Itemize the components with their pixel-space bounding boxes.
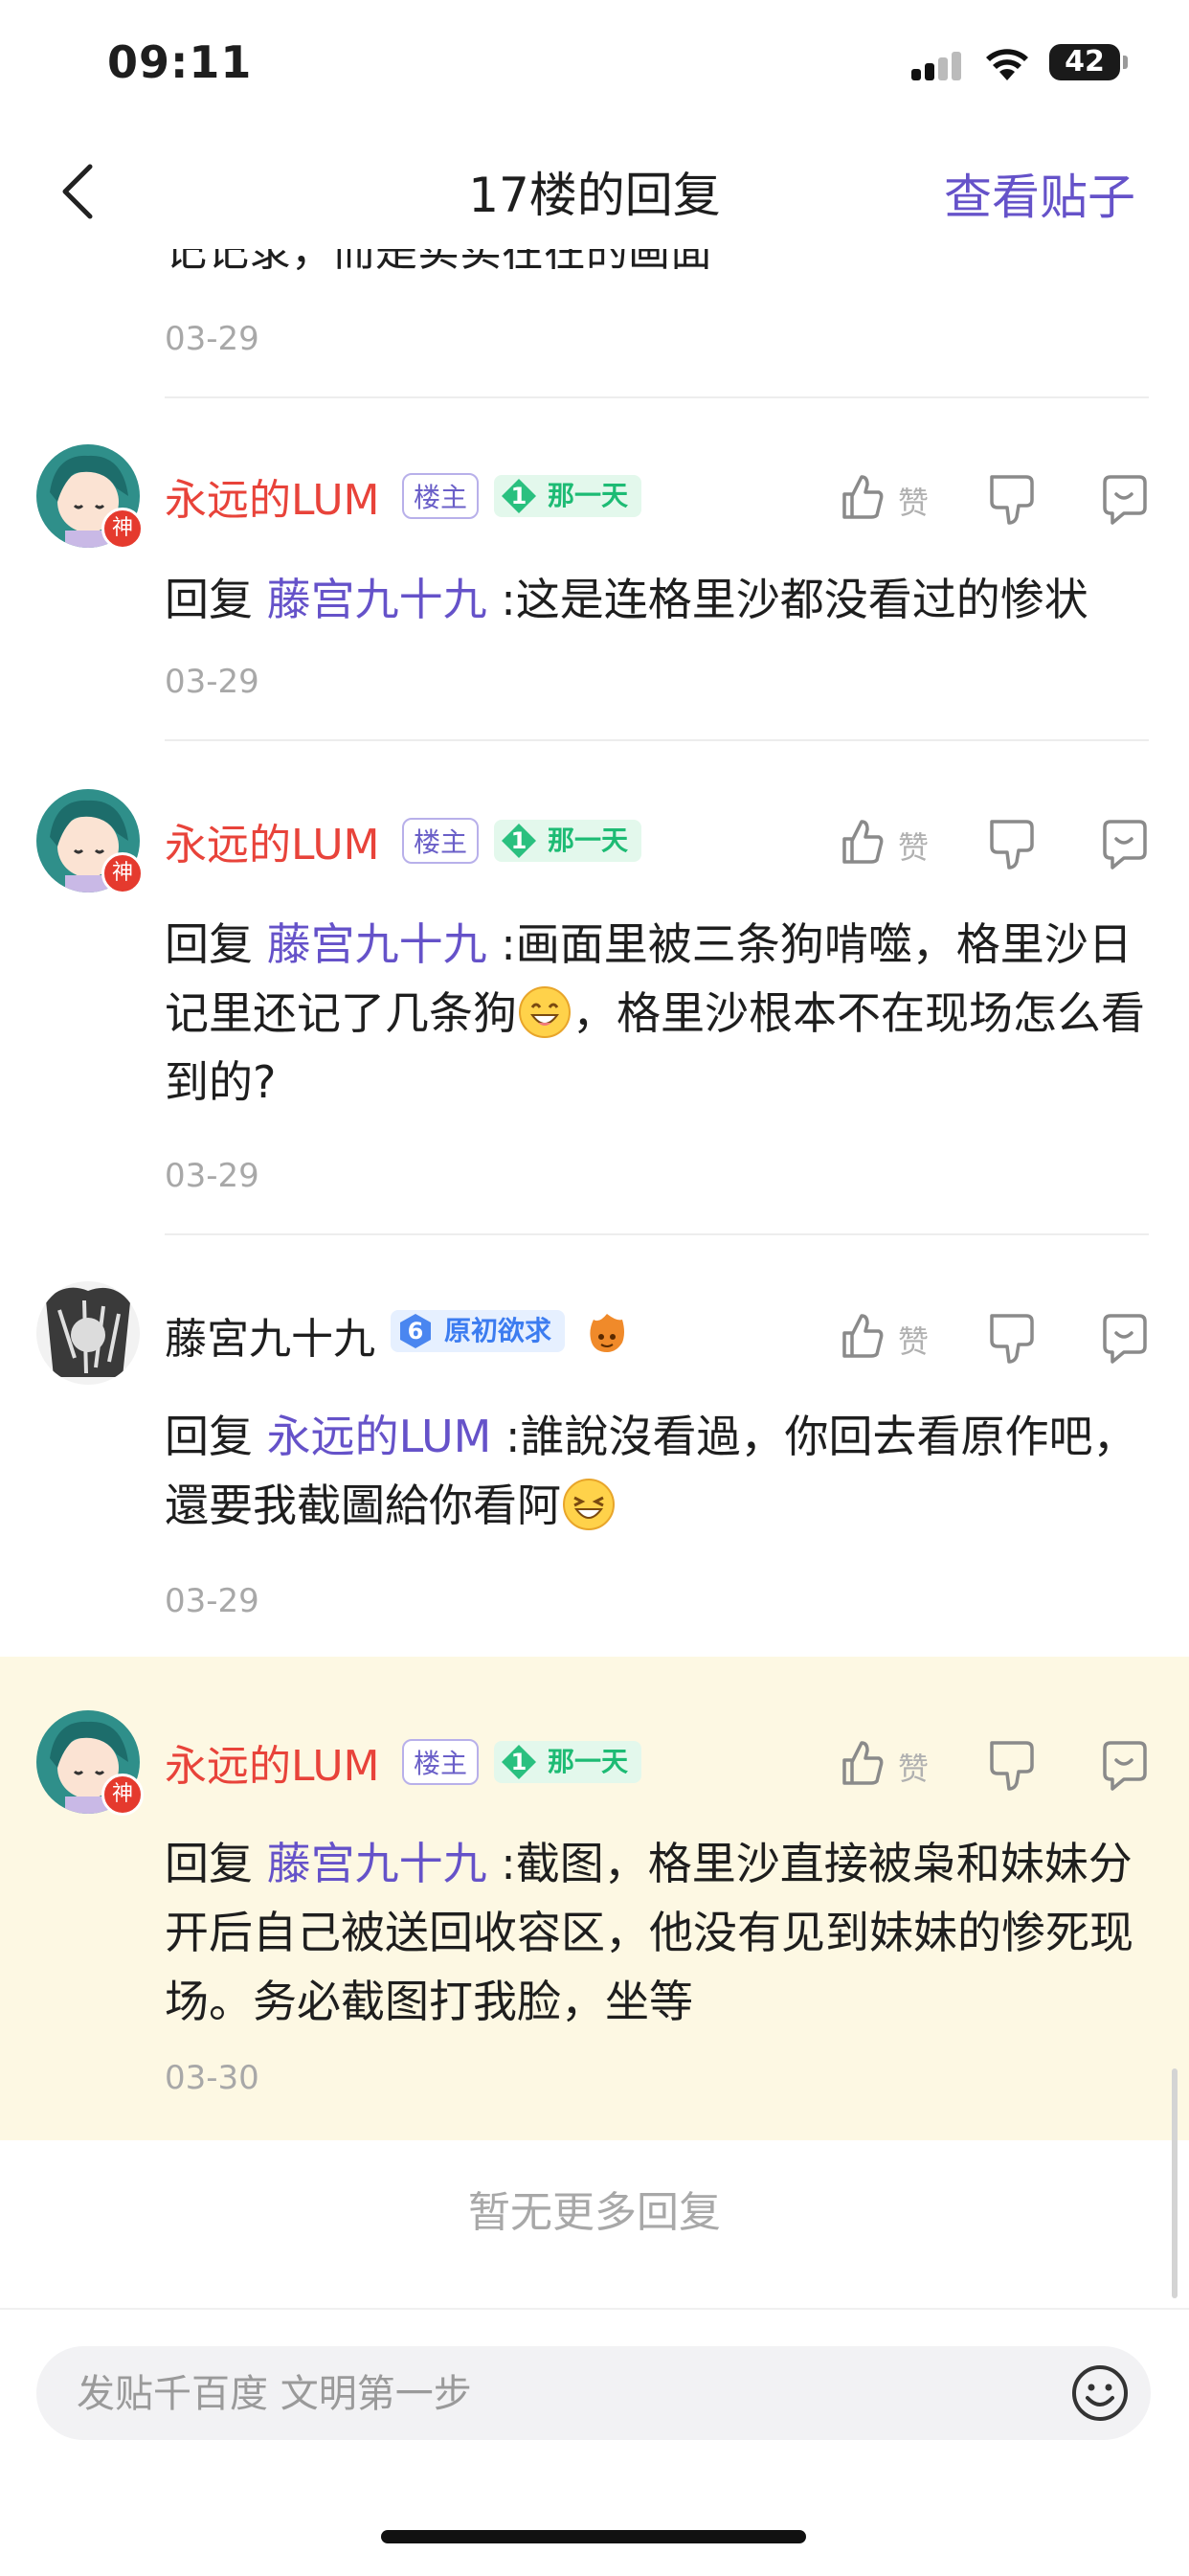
username[interactable]: 永远的LUM bbox=[165, 810, 380, 871]
grin-emoji-icon bbox=[519, 986, 571, 1038]
owner-tag: 楼主 bbox=[402, 1739, 480, 1785]
reply-text: 回复 藤宫九十九 :画面里被三条狗啃噬，格里沙日记里还记了几条狗 ，格里沙根本不在… bbox=[165, 918, 1145, 1108]
thumbs-down-icon[interactable] bbox=[988, 1739, 1038, 1793]
like-button[interactable]: 赞 bbox=[839, 1737, 944, 1791]
no-more-replies-label: 暂无更多回复 bbox=[468, 2188, 721, 2237]
like-button[interactable]: 赞 bbox=[839, 1310, 944, 1364]
like-button[interactable]: 赞 bbox=[839, 471, 944, 525]
nav-bar: 17楼的回复 查看贴子 bbox=[0, 134, 1189, 249]
wifi-icon bbox=[986, 49, 1028, 80]
god-badge: 神 bbox=[101, 852, 144, 894]
mention-link[interactable]: 藤宫九十九 bbox=[267, 574, 487, 625]
reply-date: 03-29 bbox=[165, 1157, 259, 1195]
level-badge: 1 那一天 bbox=[494, 820, 642, 862]
avatar[interactable] bbox=[36, 1281, 140, 1385]
battery-indicator: 42 bbox=[1049, 44, 1128, 80]
status-bar: 09:11 42 bbox=[0, 0, 1189, 124]
comment-icon[interactable] bbox=[1097, 1312, 1151, 1366]
thumbs-down-icon[interactable] bbox=[988, 818, 1038, 871]
mention-link[interactable]: 藤宫九十九 bbox=[267, 918, 487, 970]
avatar[interactable]: 神 bbox=[36, 789, 144, 894]
emoji-picker-icon[interactable] bbox=[1070, 2363, 1130, 2423]
thumbs-up-icon bbox=[842, 1314, 884, 1358]
mention-link[interactable]: 藤宫九十九 bbox=[267, 1838, 487, 1889]
comment-icon[interactable] bbox=[1097, 473, 1151, 527]
level-title: 原初欲求 bbox=[444, 1315, 552, 1346]
divider bbox=[165, 396, 1149, 398]
divider bbox=[165, 1233, 1149, 1235]
username[interactable]: 永远的LUM bbox=[165, 1731, 380, 1793]
reply-date: 03-29 bbox=[165, 663, 259, 701]
level-title: 那一天 bbox=[548, 825, 629, 856]
cellular-signal-icon bbox=[911, 52, 963, 80]
status-time: 09:11 bbox=[107, 36, 253, 88]
level-badge: 1 那一天 bbox=[494, 475, 642, 517]
thumbs-up-icon bbox=[842, 820, 884, 864]
level-badge: 6 原初欲求 bbox=[391, 1310, 566, 1352]
thumbs-up-icon bbox=[842, 475, 884, 519]
reply-input[interactable] bbox=[75, 2346, 1036, 2442]
reply-text: 回复 藤宫九十九 :这是连格里沙都没看过的惨状 bbox=[165, 574, 1088, 625]
avatar[interactable]: 神 bbox=[36, 1710, 144, 1816]
laugh-emoji-icon bbox=[563, 1479, 615, 1530]
fire-face-emoji-icon bbox=[590, 1314, 624, 1352]
reply-date: 03-29 bbox=[165, 320, 259, 358]
reply-input-container[interactable] bbox=[36, 2346, 1151, 2442]
mention-link[interactable]: 永远的LUM bbox=[267, 1411, 492, 1462]
reply-date: 03-29 bbox=[165, 1582, 259, 1620]
thumbs-up-icon bbox=[842, 1741, 884, 1785]
comment-icon[interactable] bbox=[1097, 1739, 1151, 1793]
username[interactable]: 永远的LUM bbox=[165, 465, 380, 527]
level-title: 那一天 bbox=[548, 1746, 629, 1777]
like-button[interactable]: 赞 bbox=[839, 816, 944, 870]
home-indicator bbox=[381, 2530, 806, 2543]
reply-date: 03-30 bbox=[165, 2059, 259, 2097]
username[interactable]: 藤宮九十九 bbox=[165, 1304, 375, 1366]
level-badge: 1 那一天 bbox=[494, 1741, 642, 1783]
comment-icon[interactable] bbox=[1097, 818, 1151, 871]
divider bbox=[165, 739, 1149, 741]
owner-tag: 楼主 bbox=[402, 473, 480, 519]
reply-text: 回复 永远的LUM :誰說沒看過，你回去看原作吧，還要我截圖給你看阿 bbox=[165, 1411, 1137, 1531]
level-title: 那一天 bbox=[548, 480, 629, 511]
view-post-link[interactable]: 查看贴子 bbox=[944, 159, 1135, 228]
avatar[interactable]: 神 bbox=[36, 444, 144, 550]
god-badge: 神 bbox=[101, 508, 144, 550]
owner-tag: 楼主 bbox=[402, 818, 480, 864]
reply-text: 回复 藤宫九十九 :截图，格里沙直接被枭和妹妹分开后自己被送回收容区，他没有见到… bbox=[165, 1838, 1133, 2027]
god-badge: 神 bbox=[101, 1774, 144, 1816]
thumbs-down-icon[interactable] bbox=[988, 1312, 1038, 1366]
thumbs-down-icon[interactable] bbox=[988, 473, 1038, 527]
